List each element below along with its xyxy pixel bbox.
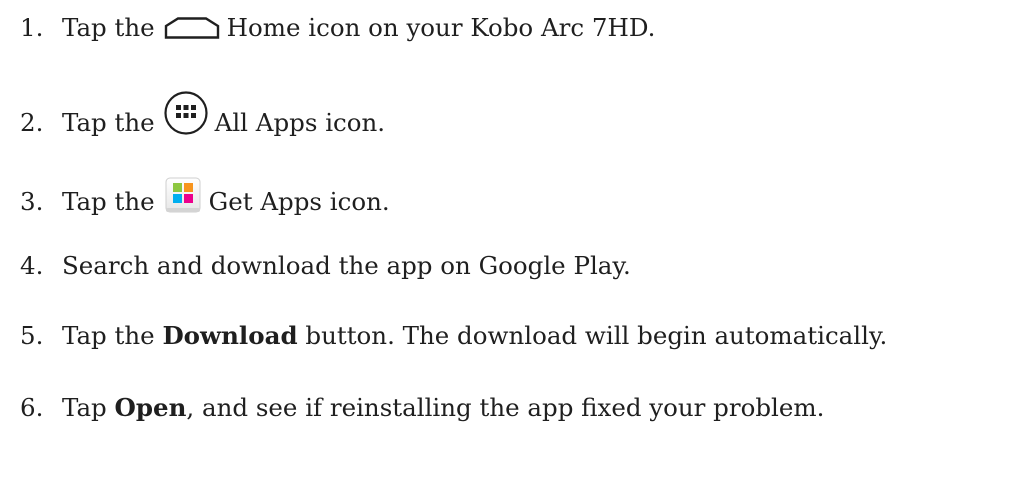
step-text-after: , and see if reinstalling the app fixed …	[186, 393, 825, 422]
step-text-after: Get Apps icon.	[208, 187, 390, 216]
step-text-after: All Apps icon.	[214, 108, 386, 137]
step-number: 1.	[20, 13, 44, 42]
all-apps-icon	[163, 90, 209, 136]
step-text-before: Tap the	[62, 13, 155, 42]
step-number: 2.	[20, 108, 44, 137]
step-text-before: Tap the	[62, 187, 155, 216]
step-text-before: Tap the	[62, 108, 155, 137]
step-text-before: Tap	[62, 393, 107, 422]
step-text: Search and download the app on Google Pl…	[62, 251, 631, 280]
get-apps-icon	[163, 175, 203, 215]
home-icon	[163, 16, 221, 40]
step-text-before: Tap the	[62, 321, 155, 350]
step-number: 6.	[20, 393, 44, 422]
step-4: 4. Search and download the app on Google…	[20, 250, 631, 282]
step-number: 5.	[20, 321, 44, 350]
open-button-label: Open	[114, 393, 187, 422]
step-3: 3. Tap the Get Apps icon.	[20, 177, 390, 218]
download-button-label: Download	[162, 321, 298, 350]
step-number: 3.	[20, 187, 44, 216]
step-text-after: button. The download will begin automati…	[305, 321, 888, 350]
step-2: 2. Tap the All Apps icon.	[20, 91, 386, 139]
step-text-after: Home icon on your Kobo Arc 7HD.	[226, 13, 656, 42]
step-6: 6. Tap Open, and see if reinstalling the…	[20, 392, 824, 424]
step-number: 4.	[20, 251, 44, 280]
step-1: 1. Tap the Home icon on your Kobo Arc 7H…	[20, 12, 655, 44]
step-5: 5. Tap the Download button. The download…	[20, 320, 887, 352]
